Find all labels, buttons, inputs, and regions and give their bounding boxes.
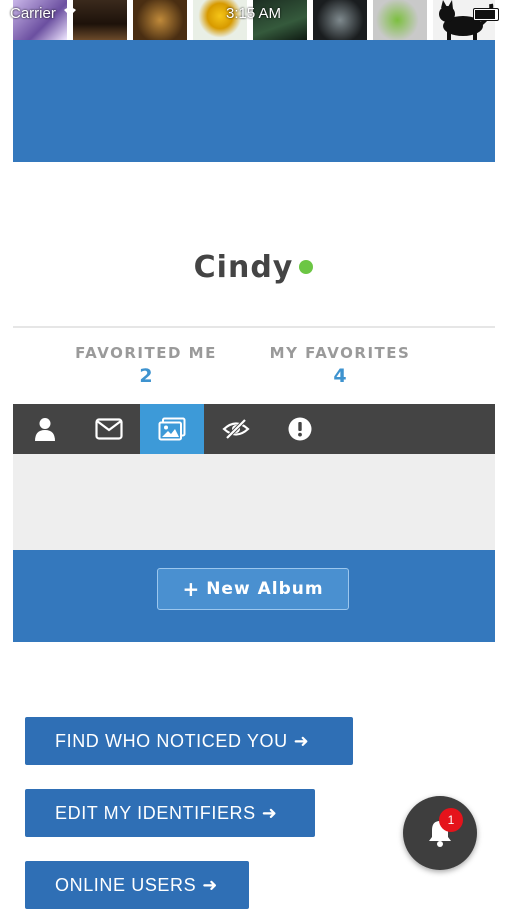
profile-tab-bar [13, 404, 495, 454]
new-album-button[interactable]: + New Album [157, 568, 349, 610]
tab-photos[interactable] [140, 404, 204, 454]
divider [13, 326, 495, 328]
tab-profile[interactable] [13, 404, 77, 454]
find-who-noticed-label: FIND WHO NOTICED YOU [55, 730, 288, 751]
plus-icon: + [182, 577, 201, 601]
edit-identifiers-label: EDIT MY IDENTIFIERS [55, 802, 256, 823]
arrow-right-icon: ➜ [293, 730, 310, 751]
stat-favorited-me[interactable]: FAVORITED ME 2 [70, 344, 222, 387]
battery-icon [473, 8, 499, 21]
edit-identifiers-button[interactable]: EDIT MY IDENTIFIERS ➜ [25, 789, 315, 837]
online-status-dot [299, 260, 314, 274]
tab-hidden[interactable] [204, 404, 268, 454]
online-users-label: ONLINE USERS [55, 874, 197, 895]
photos-icon [158, 417, 186, 441]
photo-thumbnail[interactable] [373, 0, 427, 40]
stat-my-favorites-value: 4 [333, 365, 347, 387]
user-icon [35, 418, 55, 441]
stat-favorited-me-value: 2 [139, 365, 153, 387]
find-who-noticed-button[interactable]: FIND WHO NOTICED YOU ➜ [25, 717, 353, 765]
tab-report[interactable] [268, 404, 332, 454]
profile-header: Cindy [0, 250, 507, 285]
arrow-right-icon: ➜ [202, 874, 218, 895]
stat-favorited-me-label: FAVORITED ME [75, 344, 217, 362]
notifications-button[interactable] [403, 796, 477, 870]
online-users-button[interactable]: ONLINE USERS ➜ [25, 861, 249, 909]
status-carrier: Carrier [10, 5, 56, 22]
arrow-right-icon: ➜ [261, 802, 278, 823]
exclamation-circle-icon [288, 417, 312, 441]
new-album-label: New Album [206, 579, 324, 599]
profile-username: Cindy [193, 250, 294, 285]
tab-messages[interactable] [77, 404, 141, 454]
stat-my-favorites-label: MY FAVORITES [269, 344, 411, 362]
photo-thumbnail[interactable] [73, 0, 127, 40]
album-action-bar: + New Album [13, 550, 495, 642]
photo-thumbnail[interactable] [133, 0, 187, 40]
album-list-area [13, 454, 495, 550]
notification-count-badge: 1 [439, 808, 463, 832]
eye-slash-icon [222, 418, 250, 440]
photo-thumbnail[interactable] [313, 0, 367, 40]
profile-cover-banner [13, 40, 495, 162]
wifi-icon [63, 6, 77, 20]
stat-my-favorites[interactable]: MY FAVORITES 4 [265, 344, 415, 387]
status-time: 3:15 AM [226, 5, 282, 22]
envelope-icon [95, 418, 123, 440]
